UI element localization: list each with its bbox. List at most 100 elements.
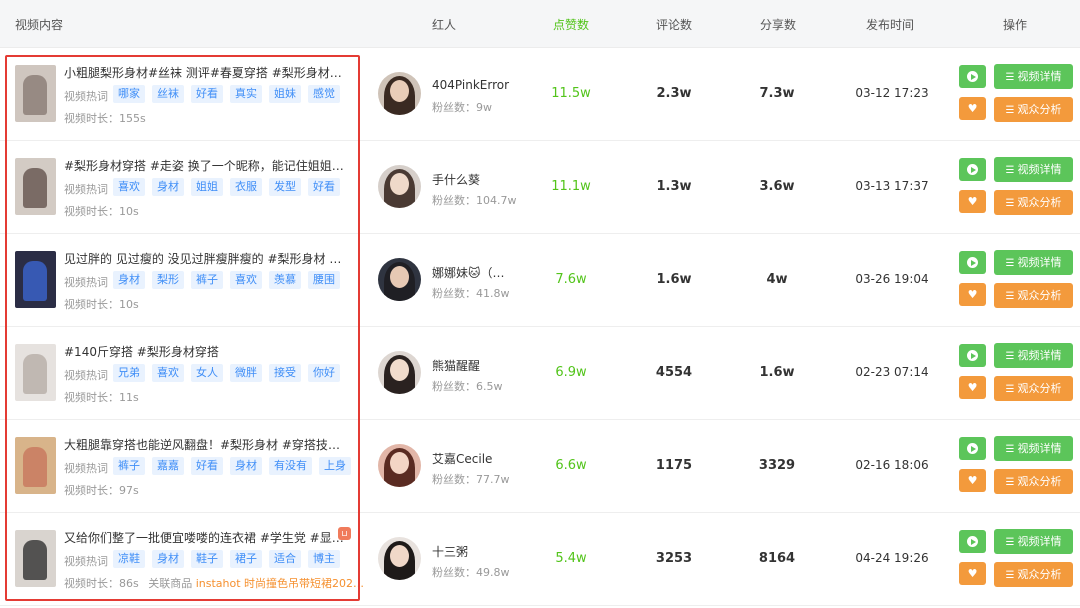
avatar[interactable]: [378, 351, 421, 394]
favorite-button[interactable]: ♥: [959, 283, 986, 306]
keyword-tag[interactable]: 裤子: [113, 457, 145, 475]
keyword-tag[interactable]: 发型: [269, 178, 301, 196]
keyword-tag[interactable]: 羡慕: [269, 271, 301, 289]
keyword-tag[interactable]: 博主: [308, 550, 340, 568]
header-likes[interactable]: 点赞数: [553, 16, 589, 33]
keyword-tag[interactable]: 梨形: [152, 271, 184, 289]
heart-icon: ♥: [967, 474, 978, 487]
keyword-tag[interactable]: 你好: [308, 364, 340, 382]
video-detail-button[interactable]: ☰ 视频详情: [994, 64, 1073, 89]
play-button[interactable]: [959, 65, 986, 88]
header-time[interactable]: 发布时间: [866, 16, 914, 33]
influencer-name[interactable]: 手什么葵: [432, 171, 480, 188]
influencer-name[interactable]: 404PinkError: [432, 78, 509, 92]
play-icon: [971, 167, 976, 173]
avatar[interactable]: [378, 72, 421, 115]
audience-analysis-button[interactable]: ☰ 观众分析: [994, 283, 1073, 308]
keyword-tag[interactable]: 鞋子: [191, 550, 223, 568]
play-button[interactable]: [959, 344, 986, 367]
influencer-name[interactable]: 十三粥: [432, 543, 468, 560]
video-detail-button[interactable]: ☰ 视频详情: [994, 343, 1073, 368]
keyword-tag[interactable]: 凉鞋: [113, 550, 145, 568]
keyword-tag[interactable]: 感觉: [308, 85, 340, 103]
keyword-tag[interactable]: 嘉嘉: [152, 457, 184, 475]
audience-analysis-button[interactable]: ☰ 观众分析: [994, 190, 1073, 215]
video-detail-button[interactable]: ☰ 视频详情: [994, 250, 1073, 275]
favorite-button[interactable]: ♥: [959, 562, 986, 585]
audience-analysis-button[interactable]: ☰ 观众分析: [994, 376, 1073, 401]
keyword-tag[interactable]: 微胖: [230, 364, 262, 382]
video-title[interactable]: #梨形身材穿搭 #走姿 换了一个昵称，能记住姐姐了…: [64, 157, 349, 174]
play-icon: [971, 353, 976, 359]
avatar[interactable]: [378, 444, 421, 487]
video-thumbnail[interactable]: [15, 158, 56, 215]
keyword-tag[interactable]: 接受: [269, 364, 301, 382]
influencer-name[interactable]: 熊猫醒醒: [432, 357, 480, 374]
product-label: 关联商品: [148, 577, 193, 590]
keyword-tag[interactable]: 腰围: [308, 271, 340, 289]
keyword-tag[interactable]: 好看: [191, 457, 223, 475]
keyword-tag[interactable]: 有没有: [269, 457, 312, 475]
keyword-tag[interactable]: 身材: [113, 271, 145, 289]
influencer-name[interactable]: 娜娜妹🐱（…: [432, 264, 505, 281]
audience-analysis-button[interactable]: ☰ 观众分析: [994, 97, 1073, 122]
keyword-tag[interactable]: 丝袜: [152, 85, 184, 103]
audience-analysis-button[interactable]: ☰ 观众分析: [994, 562, 1073, 587]
keyword-tag[interactable]: 姐妹: [269, 85, 301, 103]
video-thumbnail[interactable]: [15, 437, 56, 494]
avatar[interactable]: [378, 165, 421, 208]
audience-analysis-button[interactable]: ☰ 观众分析: [994, 469, 1073, 494]
fans-count: 粉丝数：6.5w: [432, 378, 503, 394]
keyword-tag[interactable]: 好看: [308, 178, 340, 196]
keyword-tag[interactable]: 喜欢: [113, 178, 145, 196]
video-detail-button[interactable]: ☰ 视频详情: [994, 157, 1073, 182]
keyword-tag[interactable]: 身材: [230, 457, 262, 475]
play-button[interactable]: [959, 158, 986, 181]
video-thumbnail[interactable]: [15, 344, 56, 401]
video-detail-button[interactable]: ☰ 视频详情: [994, 436, 1073, 461]
avatar[interactable]: [378, 537, 421, 580]
favorite-button[interactable]: ♥: [959, 469, 986, 492]
play-button[interactable]: [959, 437, 986, 460]
audience-analysis-label: 观众分析: [1017, 289, 1062, 302]
fans-prefix: 粉丝数：: [432, 194, 476, 207]
video-detail-button[interactable]: ☰ 视频详情: [994, 529, 1073, 554]
keyword-tag[interactable]: 喜欢: [230, 271, 262, 289]
keyword-tag[interactable]: 喜欢: [152, 364, 184, 382]
heart-icon: ♥: [967, 381, 978, 394]
keywords-label: 视频热词: [64, 462, 108, 475]
favorite-button[interactable]: ♥: [959, 190, 986, 213]
video-thumbnail[interactable]: [15, 65, 56, 122]
influencer-name[interactable]: 艾嘉Cecile: [432, 450, 492, 467]
video-title[interactable]: 见过胖的 见过瘦的 没见过胖瘦胖瘦的 #梨形身材 #梨…: [64, 250, 349, 267]
keyword-tag[interactable]: 女人: [191, 364, 223, 382]
keyword-tag[interactable]: 上身: [319, 457, 351, 475]
keyword-tag[interactable]: 衣服: [230, 178, 262, 196]
video-title[interactable]: 大粗腿靠穿搭也能逆风翻盘！#梨形身材 #穿搭技巧 …: [64, 436, 349, 453]
keyword-tag[interactable]: 适合: [269, 550, 301, 568]
favorite-button[interactable]: ♥: [959, 376, 986, 399]
avatar[interactable]: [378, 258, 421, 301]
video-thumbnail[interactable]: [15, 251, 56, 308]
keyword-tag[interactable]: 姐姐: [191, 178, 223, 196]
duration-value: 10s: [119, 205, 139, 218]
keyword-tag[interactable]: 哪家: [113, 85, 145, 103]
video-title[interactable]: #140斤穿搭 #梨形身材穿搭: [64, 343, 349, 360]
keyword-tag[interactable]: 裙子: [230, 550, 262, 568]
video-title[interactable]: 小粗腿梨形身材#丝袜 测评#春夏穿搭 #梨形身材穿搭…: [64, 64, 349, 81]
keyword-tag[interactable]: 兄弟: [113, 364, 145, 382]
keyword-tag[interactable]: 真实: [230, 85, 262, 103]
video-thumbnail[interactable]: [15, 530, 56, 587]
keyword-tag[interactable]: 裤子: [191, 271, 223, 289]
header-shares[interactable]: 分享数: [760, 16, 796, 33]
keyword-tags: 裤子 嘉嘉 好看 身材 有没有 上身: [113, 457, 351, 475]
keyword-tag[interactable]: 身材: [152, 550, 184, 568]
keyword-tag[interactable]: 好看: [191, 85, 223, 103]
header-comments[interactable]: 评论数: [656, 16, 692, 33]
play-button[interactable]: [959, 251, 986, 274]
video-title[interactable]: 又给你们整了一批便宜喽喽的连衣裙 #学生党 #显瘦…: [64, 529, 349, 546]
keyword-tag[interactable]: 身材: [152, 178, 184, 196]
play-button[interactable]: [959, 530, 986, 553]
product-link[interactable]: instahot 时尚撞色吊带短裙202…: [196, 577, 364, 590]
favorite-button[interactable]: ♥: [959, 97, 986, 120]
